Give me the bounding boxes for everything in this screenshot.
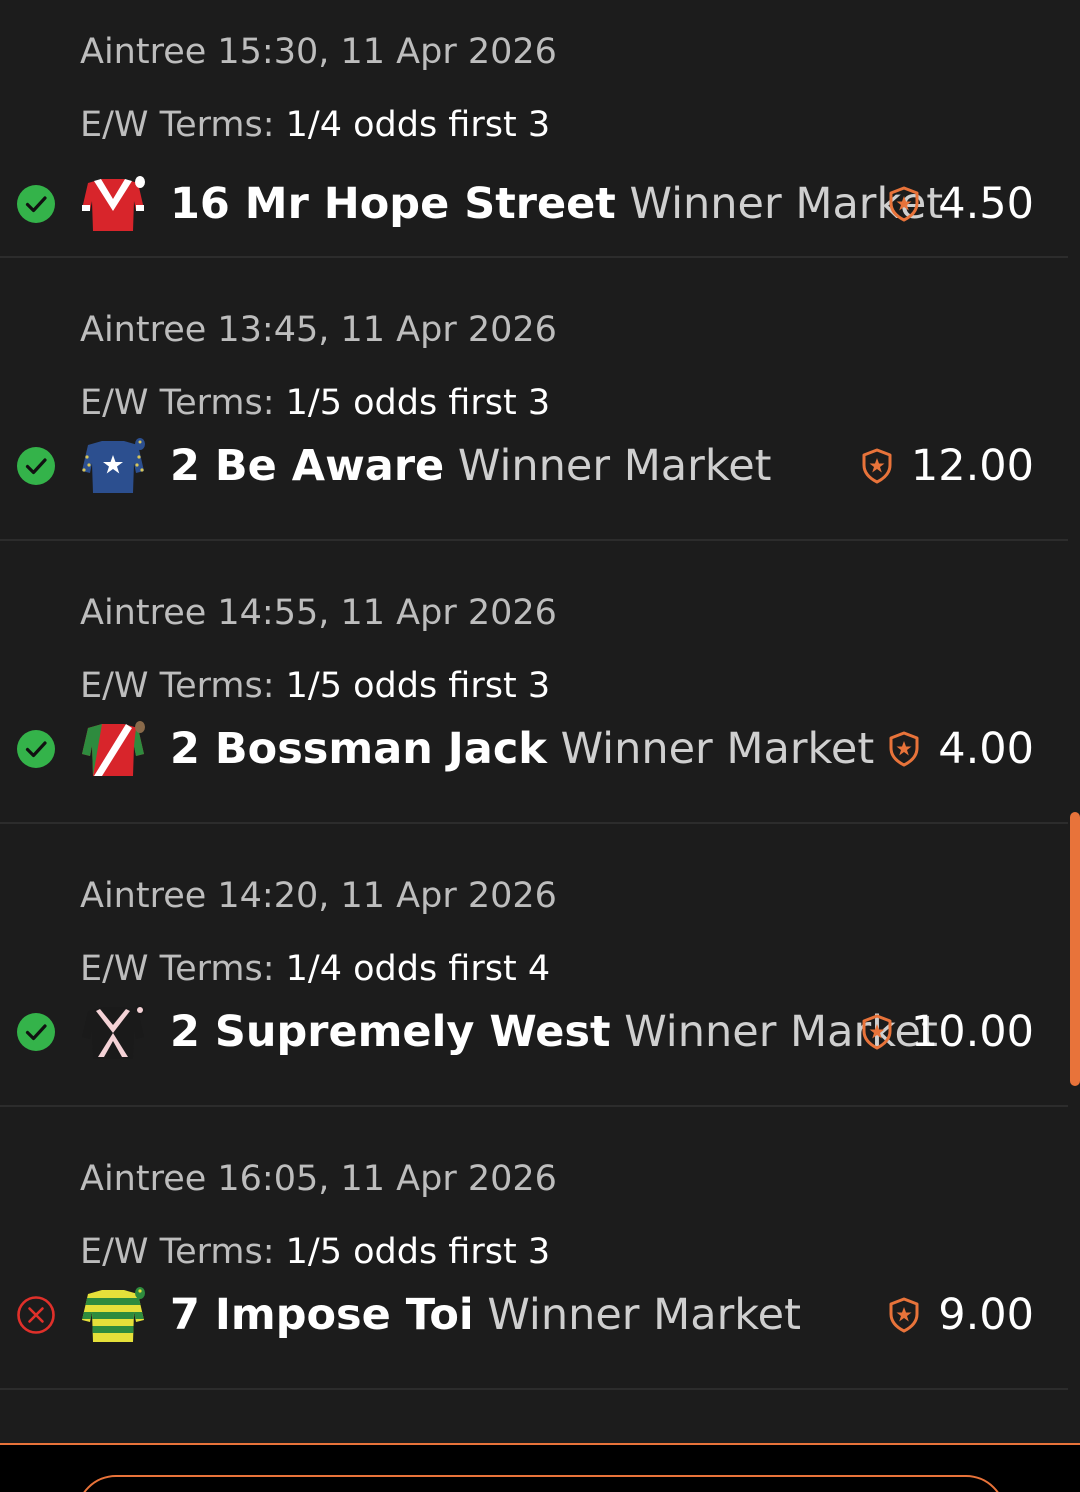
runner-row: 2 Be Aware Winner Market 12.00 — [0, 438, 1068, 494]
market-name: Winner Market — [487, 1290, 801, 1340]
ew-terms: E/W Terms: 1/5 odds first 3 — [80, 666, 550, 706]
check-circle-icon — [17, 1013, 55, 1051]
shield-star-icon — [862, 448, 892, 484]
red-green-sash-silk-icon — [82, 721, 145, 776]
ew-terms: E/W Terms: 1/4 odds first 3 — [80, 105, 550, 145]
selection-row: Aintree 16:05, 11 Apr 2026 E/W Terms: 1/… — [0, 1107, 1068, 1390]
runner-label: 7 Impose Toi Winner Market — [170, 1287, 801, 1343]
runner-row: 16 Mr Hope Street Winner Market 4.50 — [0, 176, 1068, 232]
ew-terms-value: 1/5 odds first 3 — [285, 666, 551, 706]
scrollbar-thumb[interactable] — [1070, 812, 1080, 1086]
shield-star-icon — [862, 1014, 892, 1050]
runner-name: 16 Mr Hope Street — [170, 179, 616, 229]
check-circle-icon — [17, 185, 55, 223]
shield-star-icon — [889, 731, 919, 767]
ew-terms-value: 1/4 odds first 3 — [285, 105, 551, 145]
market-name: Winner Market — [457, 441, 772, 491]
black-white-cross-silk-icon — [82, 1004, 145, 1059]
runner-label: 2 Bossman Jack Winner Market — [170, 721, 874, 777]
odds-group: 9.00 — [888, 1287, 1034, 1343]
check-circle-icon — [17, 730, 55, 768]
runner-row: 7 Impose Toi Winner Market 9.00 — [0, 1287, 1068, 1343]
event-info: Aintree 13:45, 11 Apr 2026 — [80, 310, 557, 350]
odds-group: 12.00 — [861, 438, 1034, 494]
runner-row: 2 Supremely West Winner Market 10.00 — [0, 1004, 1068, 1060]
red-white-chevron-silk-icon — [82, 176, 145, 231]
market-name: Winner Market — [560, 724, 875, 774]
selection-row: Aintree 14:55, 11 Apr 2026 E/W Terms: 1/… — [0, 541, 1068, 824]
runner-name: 2 Bossman Jack — [170, 724, 547, 774]
selection-list: Aintree 15:30, 11 Apr 2026 E/W Terms: 1/… — [0, 0, 1068, 1390]
odds-value: 4.00 — [938, 724, 1034, 774]
event-info: Aintree 14:20, 11 Apr 2026 — [80, 876, 557, 916]
event-info: Aintree 15:30, 11 Apr 2026 — [80, 32, 557, 72]
ew-terms: E/W Terms: 1/4 odds first 4 — [80, 949, 550, 989]
shield-star-icon — [889, 186, 919, 222]
selection-row: Aintree 15:30, 11 Apr 2026 E/W Terms: 1/… — [0, 0, 1068, 258]
ew-terms-value: 1/4 odds first 4 — [285, 949, 551, 989]
runner-label: 2 Supremely West Winner Market — [170, 1004, 938, 1060]
ew-terms-label: E/W Terms: — [80, 383, 275, 423]
navy-star-silk-icon — [82, 438, 145, 493]
odds-group: 10.00 — [861, 1004, 1034, 1060]
odds-value: 10.00 — [910, 1007, 1034, 1057]
ew-terms: E/W Terms: 1/5 odds first 3 — [80, 1232, 550, 1272]
runner-name: 2 Supremely West — [170, 1007, 611, 1057]
ew-terms-label: E/W Terms: — [80, 1232, 275, 1272]
check-circle-icon — [17, 447, 55, 485]
ew-terms-value: 1/5 odds first 3 — [285, 1232, 551, 1272]
ew-terms-label: E/W Terms: — [80, 666, 275, 706]
odds-value: 4.50 — [938, 179, 1034, 229]
selection-row: Aintree 14:20, 11 Apr 2026 E/W Terms: 1/… — [0, 824, 1068, 1107]
footer-action-button[interactable] — [76, 1475, 1006, 1492]
odds-value: 9.00 — [938, 1290, 1034, 1340]
runner-label: 2 Be Aware Winner Market — [170, 438, 772, 494]
selection-row: Aintree 13:45, 11 Apr 2026 E/W Terms: 1/… — [0, 258, 1068, 541]
footer-bar — [0, 1443, 1080, 1492]
runner-label: 16 Mr Hope Street Winner Market — [170, 176, 943, 232]
runner-name: 7 Impose Toi — [170, 1290, 474, 1340]
ew-terms-label: E/W Terms: — [80, 105, 275, 145]
shield-star-icon — [889, 1297, 919, 1333]
ew-terms-label: E/W Terms: — [80, 949, 275, 989]
x-circle-icon — [17, 1296, 55, 1334]
event-info: Aintree 14:55, 11 Apr 2026 — [80, 593, 557, 633]
yellow-green-hoops-silk-icon — [82, 1287, 145, 1342]
odds-group: 4.00 — [888, 721, 1034, 777]
runner-row: 2 Bossman Jack Winner Market 4.00 — [0, 721, 1068, 777]
runner-name: 2 Be Aware — [170, 441, 445, 491]
event-info: Aintree 16:05, 11 Apr 2026 — [80, 1159, 557, 1199]
ew-terms: E/W Terms: 1/5 odds first 3 — [80, 383, 550, 423]
ew-terms-value: 1/5 odds first 3 — [285, 383, 551, 423]
odds-group: 4.50 — [888, 176, 1034, 232]
odds-value: 12.00 — [910, 441, 1034, 491]
